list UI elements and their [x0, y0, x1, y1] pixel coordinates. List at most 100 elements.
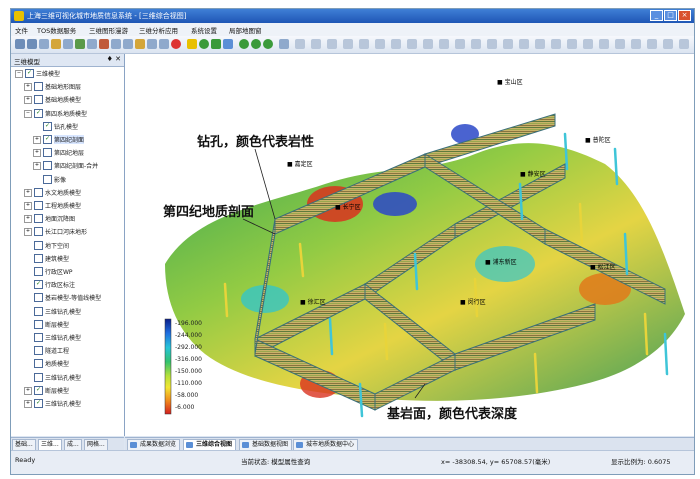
view-top-icon[interactable] [263, 39, 273, 49]
view-side-icon[interactable] [251, 39, 261, 49]
panel-pin-close-icon[interactable]: ♦ ✕ [107, 55, 121, 63]
terrain-icon[interactable] [211, 39, 221, 49]
tree-checkbox[interactable] [34, 359, 43, 369]
menu-3d-roam[interactable]: 三维图形漫游 [89, 25, 128, 35]
globe-icon[interactable] [199, 39, 209, 49]
tree-expander-icon[interactable]: + [24, 386, 32, 395]
copy-icon[interactable] [159, 39, 169, 49]
zoom-out-icon[interactable] [27, 39, 37, 49]
water-icon[interactable] [223, 39, 233, 49]
tree-checkbox[interactable] [34, 267, 43, 276]
tree-checkbox[interactable] [34, 240, 43, 250]
stop-icon[interactable] [171, 39, 181, 49]
section-icon[interactable] [311, 39, 321, 49]
tree-checkbox[interactable] [43, 161, 52, 171]
tree-checkbox[interactable] [34, 346, 43, 356]
save-icon[interactable] [147, 39, 157, 49]
tree-checkbox[interactable]: ✓ [43, 121, 52, 131]
tree-checkbox[interactable] [43, 148, 52, 158]
tree-checkbox[interactable] [34, 372, 43, 382]
tree-item-label: 基础地形图层 [45, 84, 82, 92]
3d-viewport[interactable]: 钻孔，颜色代表岩性 第四纪地质剖面 基岩面，颜色代表深度 ■ 宝山区 ■ 嘉定区… [125, 54, 694, 436]
tree-checkbox[interactable] [43, 174, 52, 184]
slice-icon[interactable] [471, 39, 481, 49]
light-icon[interactable] [599, 39, 609, 49]
excavate-icon[interactable] [407, 39, 417, 49]
tree-checkbox[interactable] [34, 306, 43, 316]
volume-icon[interactable] [439, 39, 449, 49]
tree-checkbox[interactable]: ✓ [34, 280, 43, 290]
tree-expander-icon[interactable]: + [33, 149, 41, 158]
menu-3d-analysis[interactable]: 三维分析应用 [139, 25, 178, 35]
animation-icon[interactable] [567, 39, 577, 49]
fence-icon[interactable] [391, 39, 401, 49]
tree-checkbox[interactable] [34, 333, 43, 342]
tree-checkbox[interactable] [34, 227, 43, 237]
tree-expander-icon[interactable]: + [24, 83, 32, 92]
tree-checkbox[interactable] [34, 187, 43, 197]
tree-checkbox[interactable] [34, 95, 43, 105]
tree-checkbox[interactable]: ✓ [43, 135, 52, 144]
tree-checkbox[interactable] [34, 293, 43, 303]
menu-file[interactable]: 文件 [15, 25, 28, 35]
minimize-button[interactable]: _ [650, 10, 663, 21]
tree-checkbox[interactable]: ✓ [25, 69, 34, 78]
tree-checkbox[interactable] [34, 201, 43, 210]
export-icon[interactable] [519, 39, 529, 49]
tree-expander-icon[interactable]: + [24, 228, 32, 237]
tree-expander-icon[interactable]: + [24, 202, 32, 210]
select-icon[interactable] [51, 39, 61, 49]
tree-checkbox[interactable] [34, 319, 43, 329]
flight-icon[interactable] [583, 39, 593, 49]
grid-icon[interactable] [111, 39, 121, 49]
tree-expander-icon[interactable]: − [24, 109, 32, 118]
statistics-icon[interactable] [503, 39, 513, 49]
tree-checkbox[interactable] [34, 82, 43, 92]
layer-icon[interactable] [75, 39, 85, 49]
polygon-icon[interactable] [359, 39, 369, 49]
view-front-icon[interactable] [239, 39, 249, 49]
tree-checkbox[interactable] [34, 253, 43, 263]
refresh-icon[interactable] [63, 39, 73, 49]
tunnel-icon[interactable] [423, 39, 433, 49]
scale-icon[interactable] [631, 39, 641, 49]
clip-icon[interactable] [279, 39, 289, 49]
tree-expander-icon[interactable]: + [24, 188, 32, 197]
maximize-button[interactable]: □ [664, 10, 677, 21]
tree-expander-icon[interactable]: + [24, 400, 32, 408]
print-icon[interactable] [535, 39, 545, 49]
legend-icon[interactable] [647, 39, 657, 49]
measure-icon[interactable] [99, 39, 109, 49]
tree-checkbox[interactable] [34, 214, 43, 224]
transparency-icon[interactable] [615, 39, 625, 49]
borehole-icon[interactable] [375, 39, 385, 49]
tree-checkbox[interactable]: ✓ [34, 108, 43, 118]
more-tools-icon[interactable] [679, 39, 689, 49]
status-ready: Ready [15, 456, 36, 464]
options-icon[interactable] [663, 39, 673, 49]
tree-checkbox[interactable]: ✓ [34, 399, 43, 408]
profile-icon[interactable] [455, 39, 465, 49]
identify-icon[interactable] [87, 39, 97, 49]
polyline-icon[interactable] [343, 39, 353, 49]
tree-expander-icon[interactable]: + [33, 162, 41, 171]
geology-3d-scene[interactable]: 钻孔，颜色代表岩性 第四纪地质剖面 基岩面，颜色代表深度 ■ 宝山区 ■ 嘉定区… [125, 54, 694, 436]
close-button[interactable]: × [678, 10, 691, 21]
pan-icon[interactable] [39, 39, 49, 49]
tree-expander-icon[interactable]: + [24, 215, 32, 224]
query-icon[interactable] [487, 39, 497, 49]
tree-expander-icon[interactable]: + [24, 96, 32, 105]
menu-tos-data[interactable]: TOS数据服务 [37, 25, 76, 35]
snapshot-icon[interactable] [551, 39, 561, 49]
pencil-icon[interactable] [295, 39, 305, 49]
tree-expander-icon[interactable]: − [15, 70, 23, 78]
line-icon[interactable] [327, 39, 337, 49]
tree-expander-icon[interactable]: + [33, 136, 41, 144]
tree-checkbox[interactable]: ✓ [34, 385, 43, 395]
menu-local-map[interactable]: 局部地图窗 [229, 25, 262, 35]
help-icon[interactable] [187, 39, 197, 49]
menu-settings[interactable]: 系统设置 [191, 25, 217, 35]
zoom-in-icon[interactable] [15, 39, 25, 49]
rotate-icon[interactable] [123, 39, 133, 49]
edit-icon[interactable] [135, 39, 145, 49]
